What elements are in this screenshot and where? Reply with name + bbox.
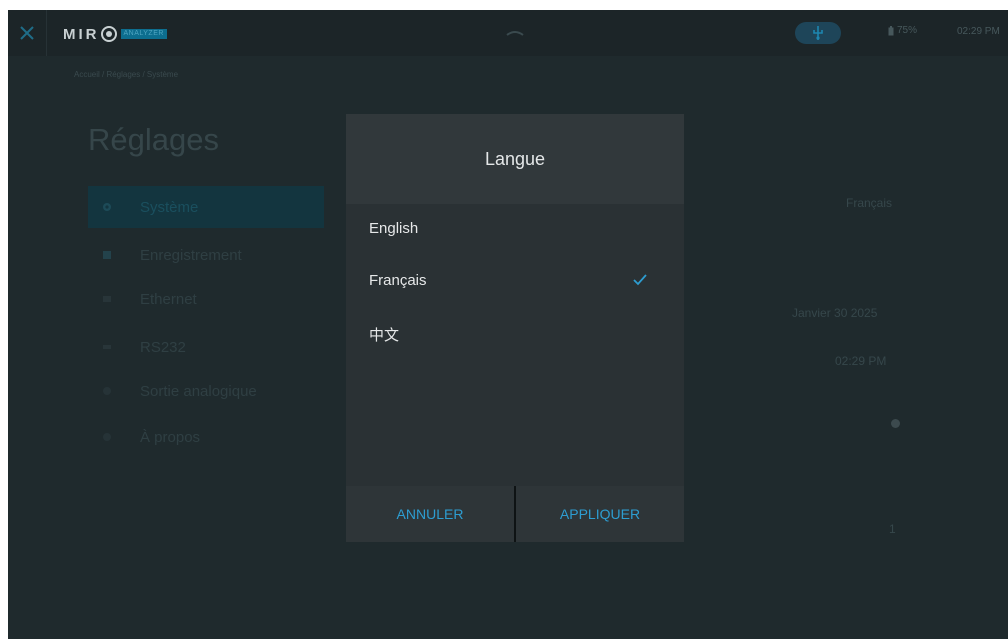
sidebar-item-label: Système [140, 198, 199, 216]
sidebar-item-label: RS232 [140, 338, 186, 356]
close-icon [20, 26, 34, 40]
language-option-english[interactable]: English [369, 220, 418, 237]
number-value[interactable]: 1 [889, 522, 896, 536]
sidebar-item-system[interactable]: Système [88, 186, 324, 228]
sidebar-item-label: Sortie analogique [140, 382, 257, 400]
dialog-footer: ANNULER APPLIQUER [346, 486, 684, 542]
clock: 02:29 PM [957, 26, 1000, 37]
sidebar-item-label: Enregistrement [140, 246, 242, 264]
language-value[interactable]: Français [846, 196, 892, 210]
record-icon [103, 251, 111, 259]
check-icon [633, 274, 647, 286]
serial-icon [103, 345, 111, 349]
info-icon [103, 433, 111, 441]
logo-badge: ANALYZER [120, 29, 167, 39]
analog-output-icon [103, 387, 111, 395]
dialog-header: Langue [346, 114, 684, 204]
usb-icon [813, 26, 823, 40]
language-dialog: Langue English Français 中文 ANNULER APPLI… [346, 114, 684, 542]
logo-text: MIR [63, 25, 100, 43]
close-button[interactable] [8, 10, 47, 56]
battery-icon [888, 25, 894, 35]
app-logo: MIR ANALYZER [63, 25, 167, 43]
sidebar-item-label: Ethernet [140, 290, 197, 308]
apply-button[interactable]: APPLIQUER [516, 486, 684, 542]
battery-percent: 75% [897, 25, 918, 36]
language-option-francais[interactable]: Français [369, 272, 427, 289]
chevron-icon [506, 31, 524, 36]
page-title: Réglages [88, 122, 219, 157]
sidebar-item-ethernet[interactable]: Ethernet [88, 278, 324, 320]
battery-status: 75% [888, 25, 917, 36]
cancel-button[interactable]: ANNULER [346, 486, 514, 542]
sidebar-item-rs232[interactable]: RS232 [88, 326, 324, 368]
network-icon [103, 296, 111, 302]
toggle-indicator[interactable] [891, 419, 900, 428]
app-screen: MIR ANALYZER 75% 02:29 PM Accueil / Régl… [8, 10, 1008, 639]
breadcrumb[interactable]: Accueil / Réglages / Système [74, 70, 178, 79]
sidebar-item-about[interactable]: À propos [88, 416, 324, 458]
date-value[interactable]: Janvier 30 2025 [792, 306, 877, 320]
time-value[interactable]: 02:29 PM [835, 354, 886, 368]
dialog-title: Langue [484, 148, 546, 169]
logo-ring-icon [100, 26, 117, 42]
sidebar-item-recording[interactable]: Enregistrement [88, 234, 324, 276]
bottom-action[interactable] [586, 588, 756, 598]
usb-status-button[interactable] [795, 22, 841, 44]
sidebar-item-label: À propos [140, 428, 201, 446]
sidebar-item-analog-output[interactable]: Sortie analogique [88, 370, 324, 412]
language-option-chinese[interactable]: 中文 [369, 324, 399, 345]
gear-icon [103, 203, 111, 211]
top-bar: MIR ANALYZER 75% 02:29 PM [8, 10, 1008, 56]
